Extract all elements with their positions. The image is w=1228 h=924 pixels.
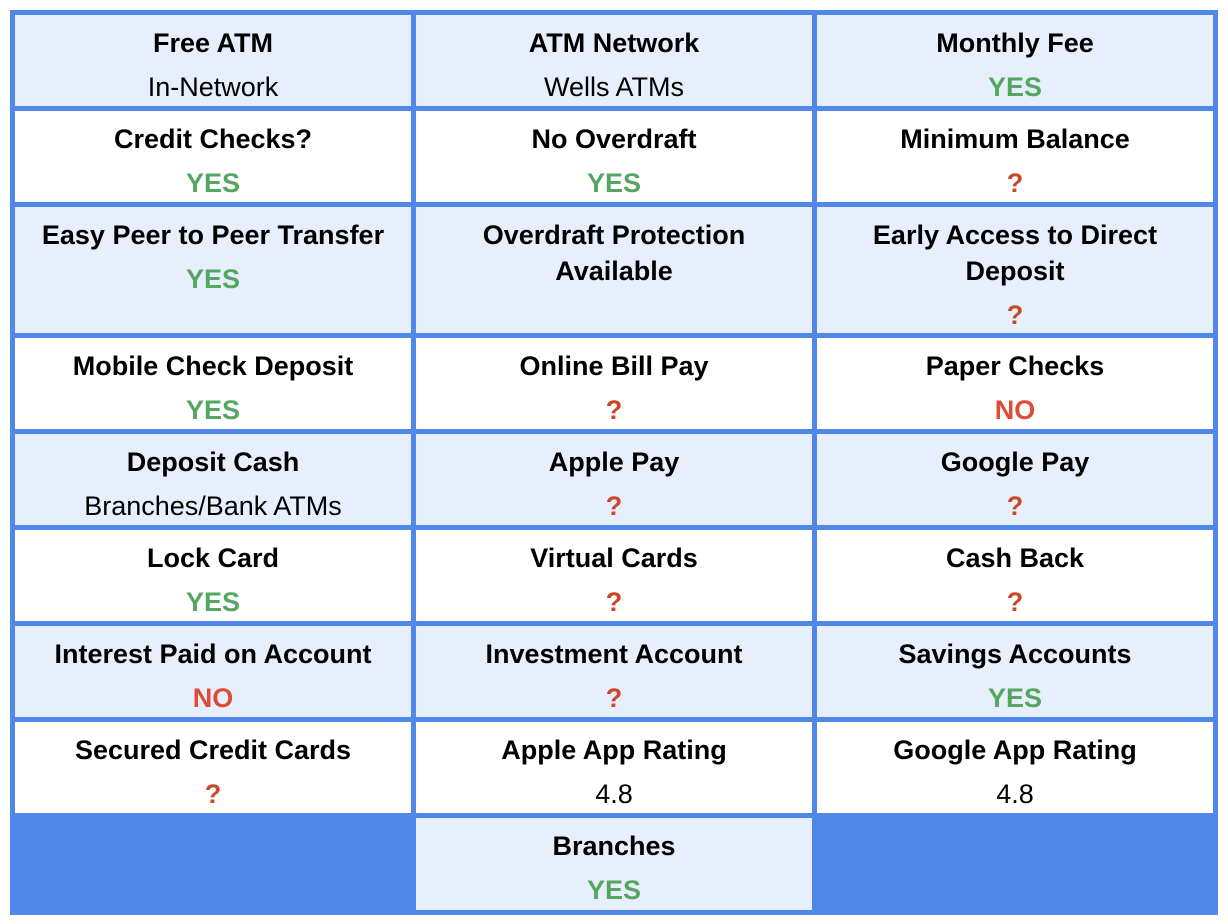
feature-label: Mobile Check Deposit xyxy=(72,351,354,381)
feature-cell-paper-checks: Paper Checks NO xyxy=(817,338,1213,429)
feature-label: Online Bill Pay xyxy=(519,351,709,381)
feature-label: Google Pay xyxy=(940,447,1090,477)
feature-value-yes: YES xyxy=(185,264,241,294)
feature-label: Deposit Cash xyxy=(126,447,300,477)
feature-cell-mobile-check-deposit: Mobile Check Deposit YES xyxy=(15,338,411,429)
feature-value-yes: YES xyxy=(185,395,241,425)
feature-value-yes: YES xyxy=(586,875,642,905)
feature-cell-google-app-rating: Google App Rating 4.8 xyxy=(817,722,1213,813)
feature-value-no: NO xyxy=(994,395,1036,425)
feature-label: Overdraft Protection Available xyxy=(482,220,746,286)
feature-label: Branches xyxy=(552,831,676,861)
feature-value-yes: YES xyxy=(586,168,642,198)
feature-cell-virtual-cards: Virtual Cards ? xyxy=(416,530,812,621)
feature-cell-free-atm: Free ATM In-Network xyxy=(15,15,411,106)
feature-value-yes: YES xyxy=(185,587,241,617)
feature-value-unknown: ? xyxy=(605,683,623,713)
feature-cell-interest-paid: Interest Paid on Account NO xyxy=(15,626,411,717)
feature-value-yes: YES xyxy=(987,683,1043,713)
feature-label: Lock Card xyxy=(146,543,280,573)
feature-label: Easy Peer to Peer Transfer xyxy=(41,220,385,250)
feature-label: Apple Pay xyxy=(548,447,680,477)
feature-label: Credit Checks? xyxy=(113,124,313,154)
feature-cell-early-direct-deposit: Early Access to Direct Deposit ? xyxy=(817,207,1213,333)
feature-cell-apple-pay: Apple Pay ? xyxy=(416,434,812,525)
feature-label: Paper Checks xyxy=(925,351,1105,381)
feature-label: Free ATM xyxy=(152,28,273,58)
feature-cell-p2p-transfer: Easy Peer to Peer Transfer YES xyxy=(15,207,411,333)
feature-cell-lock-card: Lock Card YES xyxy=(15,530,411,621)
feature-value-unknown: ? xyxy=(605,395,623,425)
feature-cell-overdraft-protection: Overdraft Protection Available xyxy=(416,207,812,333)
feature-cell-atm-network: ATM Network Wells ATMs xyxy=(416,15,812,106)
feature-value-yes: YES xyxy=(987,72,1043,102)
feature-label: Monthly Fee xyxy=(936,28,1094,58)
feature-cell-branches: Branches YES xyxy=(416,818,812,910)
feature-label: Interest Paid on Account xyxy=(54,639,372,669)
feature-value-unknown: ? xyxy=(1006,491,1024,521)
feature-cell-no-overdraft: No Overdraft YES xyxy=(416,111,812,202)
feature-value-no: NO xyxy=(192,683,234,713)
feature-cell-secured-credit-cards: Secured Credit Cards ? xyxy=(15,722,411,813)
feature-label: Apple App Rating xyxy=(501,735,727,765)
feature-label: No Overdraft xyxy=(531,124,697,154)
feature-value-unknown: ? xyxy=(605,587,623,617)
feature-cell-savings-accounts: Savings Accounts YES xyxy=(817,626,1213,717)
feature-cell-cash-back: Cash Back ? xyxy=(817,530,1213,621)
feature-comparison-table: Free ATM In-Network ATM Network Wells AT… xyxy=(10,10,1218,915)
feature-cell-monthly-fee: Monthly Fee YES xyxy=(817,15,1213,106)
empty-cell xyxy=(817,818,1213,910)
feature-label: Cash Back xyxy=(945,543,1085,573)
empty-cell xyxy=(15,818,411,910)
feature-value: 4.8 xyxy=(996,779,1034,809)
feature-label: Virtual Cards xyxy=(530,543,698,573)
feature-cell-deposit-cash: Deposit Cash Branches/Bank ATMs xyxy=(15,434,411,525)
feature-value: 4.8 xyxy=(595,779,633,809)
feature-cell-minimum-balance: Minimum Balance ? xyxy=(817,111,1213,202)
feature-cell-online-bill-pay: Online Bill Pay ? xyxy=(416,338,812,429)
feature-value-unknown: ? xyxy=(1006,168,1024,198)
feature-cell-google-pay: Google Pay ? xyxy=(817,434,1213,525)
feature-value-unknown: ? xyxy=(1006,300,1024,330)
feature-value-unknown: ? xyxy=(204,779,222,809)
feature-value-unknown: ? xyxy=(1006,587,1024,617)
feature-label: Google App Rating xyxy=(893,735,1137,765)
feature-value-yes: YES xyxy=(185,168,241,198)
feature-label: ATM Network xyxy=(528,28,700,58)
feature-value-unknown: ? xyxy=(605,491,623,521)
feature-cell-investment-account: Investment Account ? xyxy=(416,626,812,717)
feature-label: Secured Credit Cards xyxy=(74,735,352,765)
feature-cell-apple-app-rating: Apple App Rating 4.8 xyxy=(416,722,812,813)
feature-value: Wells ATMs xyxy=(543,72,684,102)
feature-label: Early Access to Direct Deposit xyxy=(872,220,1158,286)
feature-label: Savings Accounts xyxy=(898,639,1132,669)
feature-value: In-Network xyxy=(147,72,279,102)
feature-value: Branches/Bank ATMs xyxy=(84,491,342,521)
feature-label: Investment Account xyxy=(485,639,743,669)
feature-cell-credit-checks: Credit Checks? YES xyxy=(15,111,411,202)
feature-label: Minimum Balance xyxy=(900,124,1130,154)
